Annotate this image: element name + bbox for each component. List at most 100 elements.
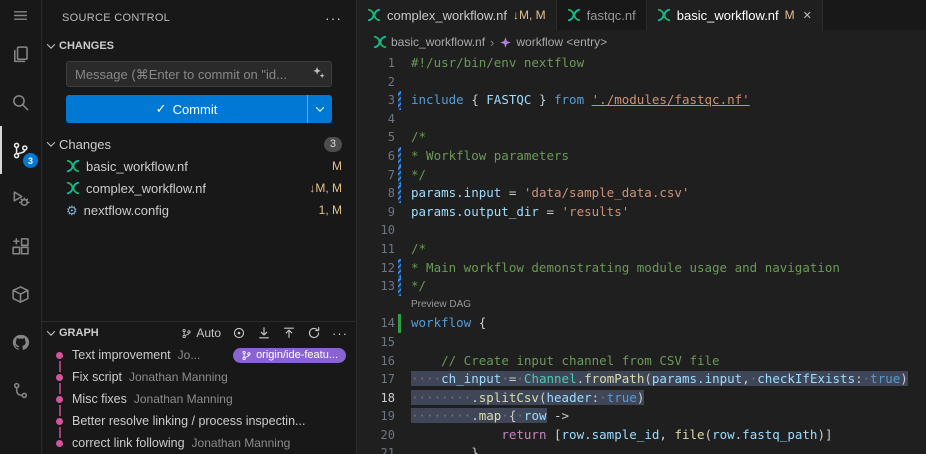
commit-row[interactable]: Misc fixesJonathan Manning [42, 388, 356, 410]
activity-item-github[interactable] [0, 318, 41, 366]
commit-button[interactable]: ✓ Commit [66, 95, 332, 123]
code-line-18[interactable]: 18········.splitCsv(header:·true) [357, 389, 926, 408]
activity-item-run-debug[interactable] [0, 174, 41, 222]
code-line-13[interactable]: 13*/ [357, 277, 926, 296]
line-number: 21 [357, 444, 395, 454]
close-icon[interactable]: ✕ [803, 9, 812, 22]
code-line-4[interactable]: 4 [357, 110, 926, 129]
file-row-complex_workflow.nf[interactable]: complex_workflow.nf↓M, M [42, 177, 356, 199]
graph-actions: Auto ··· [181, 326, 348, 341]
sidebar-more-actions[interactable]: ··· [325, 10, 342, 26]
code-line-21[interactable]: 21 } [357, 444, 926, 454]
git-gutter-modified-bar [398, 277, 401, 296]
editor[interactable]: 1#!/usr/bin/env nextflow23include { FAST… [357, 54, 926, 454]
tab-complex_workflow.nf[interactable]: complex_workflow.nf ↓M, M [357, 0, 557, 30]
changes-section-label: CHANGES [59, 40, 114, 52]
changes-section-header[interactable]: CHANGES [42, 35, 356, 57]
branch-ref-pill[interactable]: origin/ide-featu... [233, 348, 346, 363]
git-gutter [395, 277, 407, 296]
code-text: ····ch_input·=·Channel.fromPath(params.i… [407, 370, 908, 389]
gear-icon: ⚙ [66, 204, 78, 217]
activity-item-search[interactable] [0, 78, 41, 126]
git-gutter [395, 389, 407, 408]
line-number: 8 [357, 184, 395, 203]
code-line-9[interactable]: 9 params.output_dir = 'results' [357, 203, 926, 222]
codelens-preview-dag[interactable]: Preview DAG [407, 296, 471, 315]
tab-label: fastqc.nf [587, 8, 636, 23]
commit-row[interactable]: Text improvementJo...origin/ide-featu... [42, 344, 356, 366]
commit-message-input[interactable] [66, 61, 332, 87]
code-text: #!/usr/bin/env nextflow [407, 54, 584, 73]
git-gutter-modified-bar [398, 91, 401, 110]
push-button[interactable] [282, 326, 296, 340]
breadcrumb-symbol[interactable]: workflow <entry> [499, 35, 607, 49]
tab-label: complex_workflow.nf [387, 8, 507, 23]
code-text [407, 110, 411, 129]
activity-item-menu[interactable] [0, 0, 41, 30]
commit-dropdown-button[interactable] [308, 95, 332, 123]
code-line-20[interactable]: 20 return [row.sample_id, file(row.fastq… [357, 426, 926, 445]
commit-row[interactable]: Fix scriptJonathan Manning [42, 366, 356, 388]
refresh-button[interactable] [307, 326, 321, 340]
git-status-badge: 1, M [319, 203, 342, 217]
graph-section: GRAPH Auto ··· Text improvementJo...orig… [42, 321, 356, 454]
tab-git-status: ↓M, M [513, 8, 546, 22]
scm-count-badge: 3 [23, 153, 38, 168]
commit-dot-icon [56, 440, 63, 447]
file-row-nextflow.config[interactable]: ⚙nextflow.config1, M [42, 199, 356, 221]
extensions-icon [11, 237, 30, 256]
code-line-5[interactable]: 5/* [357, 128, 926, 147]
git-gutter [395, 352, 407, 371]
line-number: 11 [357, 240, 395, 259]
tab-basic_workflow.nf[interactable]: basic_workflow.nfM✕ [647, 0, 823, 30]
graph-section-header[interactable]: GRAPH Auto ··· [42, 322, 356, 344]
activity-item-package[interactable] [0, 270, 41, 318]
code-line-2[interactable]: 2 [357, 73, 926, 92]
nextflow-icon [66, 159, 80, 173]
fetch-button[interactable] [257, 326, 271, 340]
code-line-3[interactable]: 3include { FASTQC } from './modules/fast… [357, 91, 926, 110]
code-line-8[interactable]: 8params.input = 'data/sample_data.csv' [357, 184, 926, 203]
commit-row[interactable]: correct link followingJonathan Manning [42, 432, 356, 454]
file-row-basic_workflow.nf[interactable]: basic_workflow.nfM [42, 155, 356, 177]
git-gutter [395, 444, 407, 454]
graph-more-actions[interactable]: ··· [332, 326, 348, 341]
target-button[interactable] [232, 326, 246, 340]
git-gutter [395, 370, 407, 389]
code-line-12[interactable]: 12* Main workflow demonstrating module u… [357, 259, 926, 278]
commit-row[interactable]: Better resolve linking / process inspect… [42, 410, 356, 432]
activity-item-git-graph[interactable] [0, 366, 41, 414]
line-number: 9 [357, 203, 395, 222]
code-line-7[interactable]: 7*/ [357, 166, 926, 185]
git-gutter [395, 259, 407, 278]
activity-item-source-control[interactable]: 3 [0, 126, 41, 174]
activity-item-extensions[interactable] [0, 222, 41, 270]
git-gutter-modified-bar [398, 259, 401, 278]
branch-ref-label: origin/ide-featu... [256, 349, 338, 361]
line-number: 10 [357, 221, 395, 240]
breadcrumb-file[interactable]: basic_workflow.nf [373, 35, 485, 49]
graph-auto-button[interactable]: Auto [181, 326, 221, 340]
activity-item-explorer[interactable] [0, 30, 41, 78]
tab-git-status: M [785, 8, 795, 22]
code-line-11[interactable]: 11/* [357, 240, 926, 259]
sparkle-icon[interactable] [312, 66, 326, 80]
editor-group: complex_workflow.nf ↓M, M fastqc.nf basic_w… [357, 0, 926, 454]
commit-dot-icon [56, 418, 63, 425]
code-line-15[interactable]: 15 [357, 333, 926, 352]
tab-fastqc.nf[interactable]: fastqc.nf [557, 0, 647, 30]
refresh-icon [307, 326, 321, 340]
menu-icon [12, 7, 29, 24]
code-line-6[interactable]: 6* Workflow parameters [357, 147, 926, 166]
code-line-1[interactable]: 1#!/usr/bin/env nextflow [357, 54, 926, 73]
code-line-19[interactable]: 19········.map·{·row -> [357, 407, 926, 426]
code-line-17[interactable]: 17····ch_input·=·Channel.fromPath(params… [357, 370, 926, 389]
code-line-10[interactable]: 10 [357, 221, 926, 240]
code-text: params.output_dir = 'results' [407, 203, 629, 222]
code-line-14[interactable]: 14workflow { [357, 314, 926, 333]
git-gutter [395, 314, 407, 333]
changes-tree-root[interactable]: Changes 3 [42, 133, 356, 155]
line-number: 4 [357, 110, 395, 129]
line-number: 14 [357, 314, 395, 333]
code-line-16[interactable]: 16 // Create input channel from CSV file [357, 352, 926, 371]
